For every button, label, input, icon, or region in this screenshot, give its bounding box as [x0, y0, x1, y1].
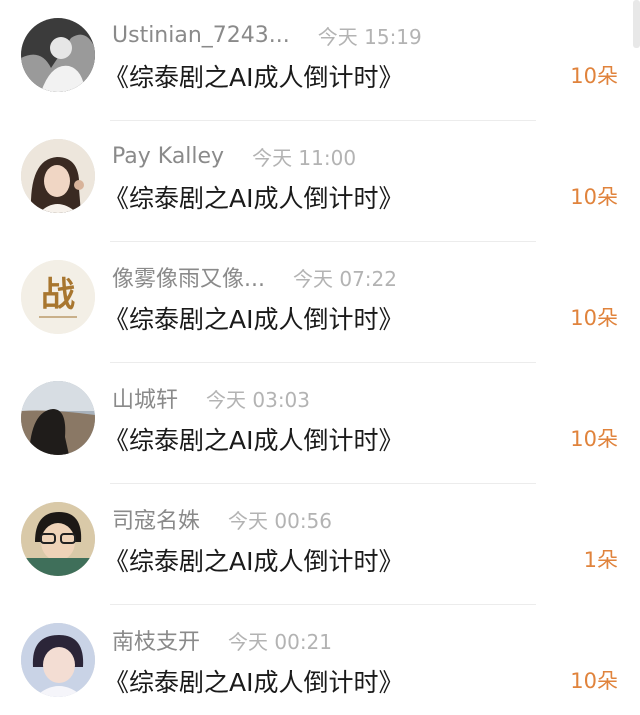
- user-name[interactable]: Pay Kalley: [112, 144, 224, 169]
- timestamp: 今天 11:00: [252, 145, 357, 170]
- work-title[interactable]: 《综泰剧之AI成人倒计时》: [104, 300, 403, 336]
- work-title[interactable]: 《综泰剧之AI成人倒计时》: [104, 58, 403, 94]
- work-title[interactable]: 《综泰剧之AI成人倒计时》: [104, 663, 403, 699]
- user-avatar-icon: [21, 623, 95, 697]
- gift-count: 10朵: [570, 306, 618, 330]
- gift-count: 1朵: [583, 548, 618, 572]
- list-item[interactable]: 司寇名姝 今天 00:56 《综泰剧之AI成人倒计时》 1朵: [0, 484, 640, 605]
- timestamp: 今天 00:21: [228, 629, 333, 654]
- user-avatar-icon: [21, 381, 95, 455]
- user-name[interactable]: Ustinian_7243...: [112, 23, 290, 48]
- timestamp: 今天 03:03: [206, 387, 311, 412]
- list-item[interactable]: 南枝支开 今天 00:21 《综泰剧之AI成人倒计时》 10朵: [0, 605, 640, 715]
- user-avatar-icon: 战: [21, 260, 95, 334]
- work-title[interactable]: 《综泰剧之AI成人倒计时》: [104, 542, 403, 578]
- list-item[interactable]: 战 像雾像雨又像... 今天 07:22 《综泰剧之AI成人倒计时》 10朵: [0, 242, 640, 363]
- avatar[interactable]: [21, 623, 95, 697]
- avatar[interactable]: 战: [21, 260, 95, 334]
- avatar[interactable]: [21, 381, 95, 455]
- item-meta: Pay Kalley 今天 11:00: [112, 141, 356, 171]
- item-meta: 山城轩 今天 03:03: [112, 382, 311, 414]
- avatar[interactable]: [21, 502, 95, 576]
- timestamp: 今天 07:22: [292, 266, 397, 291]
- gift-count: 10朵: [570, 427, 618, 451]
- gift-record-list: Ustinian_7243... 今天 15:19 《综泰剧之AI成人倒计时》 …: [0, 0, 640, 715]
- timestamp: 今天 15:19: [317, 24, 422, 49]
- avatar[interactable]: [21, 18, 95, 92]
- avatar-text: 战: [41, 275, 75, 315]
- item-meta: Ustinian_7243... 今天 15:19: [112, 20, 422, 50]
- list-item[interactable]: 山城轩 今天 03:03 《综泰剧之AI成人倒计时》 10朵: [0, 363, 640, 484]
- work-title[interactable]: 《综泰剧之AI成人倒计时》: [104, 179, 403, 215]
- user-avatar-icon: [21, 18, 95, 92]
- list-item[interactable]: Pay Kalley 今天 11:00 《综泰剧之AI成人倒计时》 10朵: [0, 121, 640, 242]
- user-name[interactable]: 司寇名姝: [112, 503, 200, 535]
- user-name[interactable]: 南枝支开: [112, 624, 200, 656]
- timestamp: 今天 00:56: [228, 508, 333, 533]
- item-meta: 像雾像雨又像... 今天 07:22: [112, 261, 397, 293]
- avatar[interactable]: [21, 139, 95, 213]
- gift-count: 10朵: [570, 64, 618, 88]
- gift-count: 10朵: [570, 185, 618, 209]
- user-name[interactable]: 像雾像雨又像...: [112, 261, 265, 293]
- item-meta: 司寇名姝 今天 00:56: [112, 503, 333, 535]
- item-meta: 南枝支开 今天 00:21: [112, 624, 333, 656]
- work-title[interactable]: 《综泰剧之AI成人倒计时》: [104, 421, 403, 457]
- list-item[interactable]: Ustinian_7243... 今天 15:19 《综泰剧之AI成人倒计时》 …: [0, 0, 640, 121]
- user-avatar-icon: [21, 502, 95, 576]
- user-avatar-icon: [21, 139, 95, 213]
- scrollbar[interactable]: [633, 0, 640, 48]
- user-name[interactable]: 山城轩: [112, 382, 178, 414]
- gift-count: 10朵: [570, 669, 618, 693]
